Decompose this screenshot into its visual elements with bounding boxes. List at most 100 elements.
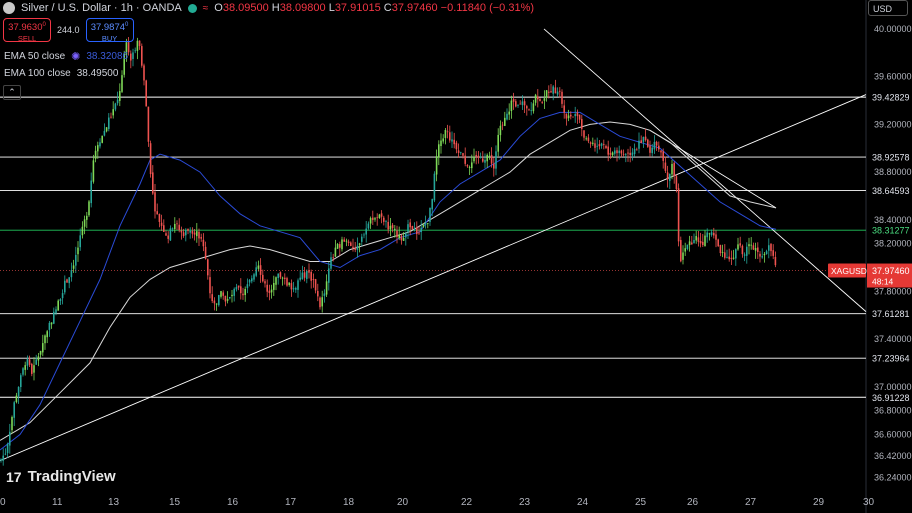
candle-body — [616, 150, 618, 154]
candle-body — [545, 90, 548, 98]
candle-body — [440, 140, 442, 147]
candle-body — [691, 242, 693, 245]
candle-body — [90, 180, 92, 204]
candle-body — [552, 86, 554, 94]
candle-body — [365, 228, 367, 235]
candle-body — [75, 254, 77, 266]
x-tick-label: 13 — [108, 497, 120, 508]
candle-body — [563, 105, 565, 113]
candle-body — [130, 53, 132, 61]
candle-body — [413, 228, 416, 231]
candle-body — [444, 129, 447, 138]
candle-body — [81, 226, 84, 236]
candle-body — [376, 217, 378, 219]
candle-body — [11, 417, 13, 431]
candle-body — [642, 136, 645, 142]
settings-icon[interactable]: ✺ — [71, 50, 80, 63]
candle-body — [358, 243, 361, 246]
candle-body — [277, 273, 279, 279]
candle-body — [343, 239, 345, 242]
candle-body — [387, 221, 389, 230]
candle-body — [336, 243, 339, 249]
candle-body — [347, 241, 350, 243]
sell-button[interactable]: 37.96300 SELL — [3, 18, 51, 43]
candle-body — [356, 245, 359, 250]
candle-body — [389, 225, 392, 230]
candle-body — [145, 80, 147, 107]
candle-body — [207, 259, 209, 276]
candle-body — [614, 150, 616, 154]
candle-body — [669, 173, 671, 181]
candle-body — [240, 286, 242, 294]
candle-body — [587, 137, 590, 142]
candle-body — [17, 386, 20, 397]
y-tick-label: 39.20000 — [874, 119, 912, 129]
x-tick-label: 11 — [52, 497, 63, 508]
candle-body — [204, 246, 207, 259]
currency-selector[interactable]: USD — [868, 0, 908, 16]
candle-body — [644, 136, 647, 141]
candle-body — [704, 235, 706, 247]
trendline — [543, 28, 867, 312]
chevron-up-icon[interactable]: ⌃ — [3, 85, 21, 100]
candle-body — [523, 101, 526, 106]
x-tick-label: 24 — [577, 497, 589, 508]
candle-body — [662, 151, 664, 161]
candle-body — [446, 131, 449, 133]
buy-button[interactable]: 37.98740 BUY — [85, 18, 134, 43]
candle-body — [554, 87, 557, 94]
candle-body — [332, 257, 334, 259]
candle-body — [279, 272, 282, 278]
candle-body — [136, 40, 139, 51]
candle-body — [268, 290, 271, 293]
ema100-legend[interactable]: EMA 100 close 38.49500 — [4, 68, 118, 79]
candle-body — [622, 153, 625, 155]
candle-body — [534, 94, 537, 103]
ohlc-values: O38.09500 H38.09800 L37.91015 C37.97460 … — [214, 2, 535, 14]
candle-body — [490, 155, 493, 164]
candle-body — [774, 256, 777, 266]
candle-body — [530, 110, 532, 112]
candle-body — [565, 113, 568, 119]
candle-body — [114, 103, 117, 110]
candle-body — [385, 221, 387, 222]
candle-body — [581, 119, 583, 129]
candle-body — [699, 240, 702, 244]
candle-body — [202, 239, 205, 247]
candle-body — [328, 268, 330, 283]
candle-body — [596, 145, 598, 147]
price-chart[interactable]: 40.0000039.6000039.2000038.8000038.40000… — [0, 0, 912, 513]
symbol-header: Silver / U.S. Dollar · 1h · OANDA ≈ O38.… — [0, 0, 534, 16]
candle-body — [594, 143, 596, 148]
ema50-label: EMA 50 close — [4, 51, 66, 62]
candle-body — [284, 277, 286, 279]
candle-body — [772, 250, 774, 256]
candle-body — [486, 154, 488, 162]
y-tick-label: 36.42000 — [874, 451, 912, 461]
candle-body — [407, 224, 409, 232]
candle-body — [334, 247, 337, 257]
candle-body — [255, 267, 257, 276]
candle-body — [501, 124, 504, 126]
candle-body — [519, 103, 521, 105]
candle-body — [759, 253, 761, 257]
candle-body — [625, 154, 627, 156]
candle-body — [427, 223, 429, 224]
candle-body — [292, 288, 295, 290]
candle-body — [317, 291, 319, 297]
candle-body — [713, 232, 715, 236]
ema50-line — [0, 111, 777, 451]
candle-body — [13, 402, 15, 418]
candle-body — [200, 237, 202, 239]
x-tick-label: 29 — [813, 497, 825, 508]
candle-body — [97, 145, 99, 152]
symbol-title[interactable]: Silver / U.S. Dollar · 1h · OANDA — [21, 2, 182, 14]
candle-body — [262, 274, 264, 282]
candle-body — [504, 117, 506, 126]
candle-body — [453, 139, 455, 145]
candle-body — [416, 227, 418, 235]
candle-body — [15, 395, 18, 403]
ema50-legend[interactable]: EMA 50 close ✺ 38.32086 — [4, 50, 128, 63]
candle-body — [345, 240, 348, 242]
candle-body — [88, 201, 90, 216]
